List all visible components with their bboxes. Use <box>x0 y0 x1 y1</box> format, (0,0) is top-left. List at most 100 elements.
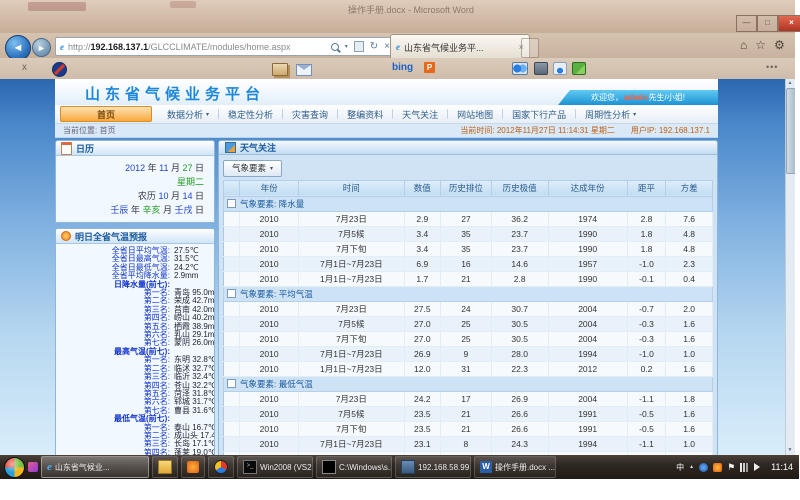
expand-icon[interactable] <box>227 289 236 298</box>
maximize-button[interactable]: □ <box>757 15 778 32</box>
table-row[interactable]: 20107月1日~7月23日23.1824.31994-1.11.0 <box>224 436 713 451</box>
clock[interactable]: 11:14 <box>771 462 793 472</box>
favorites-star-icon[interactable]: ☆ <box>755 38 766 52</box>
table-row[interactable]: 20107月23日2.92736.219742.87.6 <box>224 211 713 226</box>
compatibility-view-icon[interactable] <box>354 41 364 52</box>
green-widget-icon[interactable] <box>572 62 586 75</box>
scroll-up-arrow[interactable]: ▲ <box>786 79 794 88</box>
browser-viewport: 山东省气候业务平台 欢迎您，admin 先生/小姐! 首页数据分析▾稳定性分析灾… <box>0 79 795 455</box>
volume-icon[interactable] <box>754 463 764 471</box>
nav-item-7[interactable]: 国家下行产品 <box>503 109 576 119</box>
taskbar-button-vm[interactable]: >_ Win2008 (VS2... <box>237 456 313 478</box>
taskbar-button-word[interactable]: W 操作手册.docx ... <box>474 456 556 478</box>
hidden-icons-chevron[interactable]: ▲ <box>689 464 694 470</box>
bing-badge-icon[interactable]: P <box>424 62 435 73</box>
system-tray: 中 ▲ ⚑ 11:14 <box>676 462 797 473</box>
table-row[interactable]: 20107月1日~7月23日6.91614.61957-1.02.3 <box>224 256 713 271</box>
tools-gear-icon[interactable]: ⚙ <box>774 38 785 52</box>
table-row[interactable]: 20107月1日~7月23日26.9928.01994-1.01.0 <box>224 346 713 361</box>
tab-title: 山东省气候业务平... <box>404 41 484 54</box>
taskbar-button-explorer[interactable] <box>152 456 178 478</box>
nav-item-2[interactable]: 稳定性分析 <box>219 109 283 119</box>
taskbar-button-label: 操作手册.docx ... <box>495 462 555 473</box>
column-variance: 方差 <box>666 180 713 196</box>
antenna-icon[interactable] <box>553 62 567 75</box>
current-time: 当前时间: 2012年11月27日 11:14:31 星期二 <box>460 125 614 136</box>
nav-item-8[interactable]: 周期性分析▾ <box>576 109 645 119</box>
table-row[interactable]: 20101月1日~7月23日1.7212.81990-0.10.4 <box>224 271 713 286</box>
background-window-titlebar: 操作手册.docx - Microsoft Word — □ × <box>0 0 795 33</box>
scroll-down-arrow[interactable]: ▼ <box>786 446 794 455</box>
search-icon[interactable] <box>331 43 339 51</box>
table-row[interactable]: 20107月下旬23.52126.61991-0.51.6 <box>224 421 713 436</box>
action-center-flag-icon[interactable]: ⚑ <box>727 463 735 472</box>
page-scrollbar[interactable]: ▲ ▼ <box>785 79 795 455</box>
addon-logo-icon[interactable] <box>52 62 67 77</box>
table-row[interactable]: 20107月5候23.52126.61991-0.51.6 <box>224 406 713 421</box>
element-dropdown-button[interactable]: 气象要素 ▾ <box>223 160 282 177</box>
table-row[interactable]: 20107月下旬3.43523.719901.84.8 <box>224 241 713 256</box>
element-dropdown-label: 气象要素 <box>232 162 266 174</box>
chevron-down-icon: ▾ <box>206 111 209 118</box>
search-dropdown-icon[interactable]: ▾ <box>345 43 348 50</box>
pinned-app-icon[interactable] <box>28 462 38 472</box>
bing-logo[interactable]: bing <box>392 62 413 73</box>
expand-icon[interactable] <box>227 379 236 388</box>
table-row[interactable]: 20107月5候3.43523.719901.84.8 <box>224 226 713 241</box>
breadcrumb: 当前位置: 首页 <box>63 125 115 136</box>
new-tab-button[interactable] <box>521 38 539 58</box>
input-method-indicator[interactable]: 中 <box>676 462 684 473</box>
address-bar[interactable]: e http://192.168.137.1/GLCCLIMATE/module… <box>55 37 395 56</box>
more-options-dots[interactable]: ••• <box>766 62 778 72</box>
twin-circles-icon[interactable] <box>512 62 528 75</box>
expand-icon[interactable] <box>227 199 236 208</box>
column-anomaly: 距平 <box>627 180 666 196</box>
section-header-row[interactable]: 气象要素: 降水量 <box>224 196 713 211</box>
forecast-body: 全省日平均气温:27.5℃全省日最高气温:31.5℃全省日最低气温:24.2℃全… <box>56 244 214 455</box>
orange-app-icon <box>187 461 199 473</box>
scrollbar-thumb[interactable] <box>786 88 795 174</box>
browser-tab[interactable]: e 山东省气候业务平... × <box>390 34 530 59</box>
tray-blue-icon[interactable] <box>699 463 708 472</box>
tray-flame-icon[interactable] <box>713 463 722 472</box>
section-header-row[interactable]: 气象要素: 平均气温 <box>224 286 713 301</box>
taskbar-button-cmd[interactable]: C:\Windows\s... <box>316 456 392 478</box>
table-row[interactable]: 20107月23日27.52430.72004-0.72.0 <box>224 301 713 316</box>
refresh-icon[interactable]: ↻ <box>370 42 378 52</box>
chevron-down-icon: ▾ <box>270 165 273 172</box>
home-icon[interactable]: ⌂ <box>740 38 747 52</box>
word-icon: W <box>480 461 492 473</box>
camera-icon[interactable] <box>534 62 548 75</box>
taskbar-button-remote[interactable]: 192.168.58.99... <box>395 456 471 478</box>
nav-item-6[interactable]: 网站地图 <box>448 109 503 119</box>
nav-item-0[interactable]: 首页 <box>60 106 152 122</box>
network-icon[interactable] <box>740 463 749 472</box>
table-row[interactable]: 20107月下旬27.02530.52004-0.31.6 <box>224 331 713 346</box>
minimize-button[interactable]: — <box>736 15 757 32</box>
taskbar-button-climate-platform[interactable]: e 山东省气候业... <box>41 456 149 478</box>
nav-item-3[interactable]: 灾害查询 <box>283 109 338 119</box>
section-header-row[interactable]: 气象要素: 最低气温 <box>224 376 713 391</box>
forward-button[interactable]: ► <box>32 38 51 57</box>
nav-item-5[interactable]: 天气关注 <box>393 109 448 119</box>
site-title: 山东省气候业务平台 <box>85 83 265 104</box>
table-row[interactable]: 20101月1日~7月23日12.03122.320120.21.6 <box>224 361 713 376</box>
cards-icon[interactable] <box>272 63 288 76</box>
nav-item-4[interactable]: 整编资料 <box>338 109 393 119</box>
taskbar-button-ball-app[interactable] <box>208 456 234 478</box>
envelope-icon[interactable] <box>296 64 312 76</box>
breadcrumb-row: 当前位置: 首页 当前时间: 2012年11月27日 11:14:31 星期二 … <box>55 124 718 138</box>
taskbar-button-orange-app[interactable] <box>181 456 205 478</box>
calendar-line: 星期二 <box>66 175 204 189</box>
toolbar-close-icon[interactable]: x <box>22 62 27 73</box>
welcome-prefix: 欢迎您， <box>591 92 623 103</box>
close-button[interactable]: × <box>778 15 800 32</box>
taskbar: e 山东省气候业... >_ Win2008 (VS2... C:\Window… <box>0 455 799 479</box>
table-row[interactable]: 20107月5候27.02530.52004-0.31.6 <box>224 316 713 331</box>
table-row[interactable]: 20107月23日24.21726.92004-1.11.8 <box>224 391 713 406</box>
background-toolbar-fragment <box>28 2 86 11</box>
url-path: /GLCCLIMATE/modules/home.aspx <box>148 42 290 52</box>
start-button[interactable] <box>4 457 25 478</box>
nav-item-1[interactable]: 数据分析▾ <box>158 109 219 119</box>
column-rank: 历史排位 <box>441 180 492 196</box>
